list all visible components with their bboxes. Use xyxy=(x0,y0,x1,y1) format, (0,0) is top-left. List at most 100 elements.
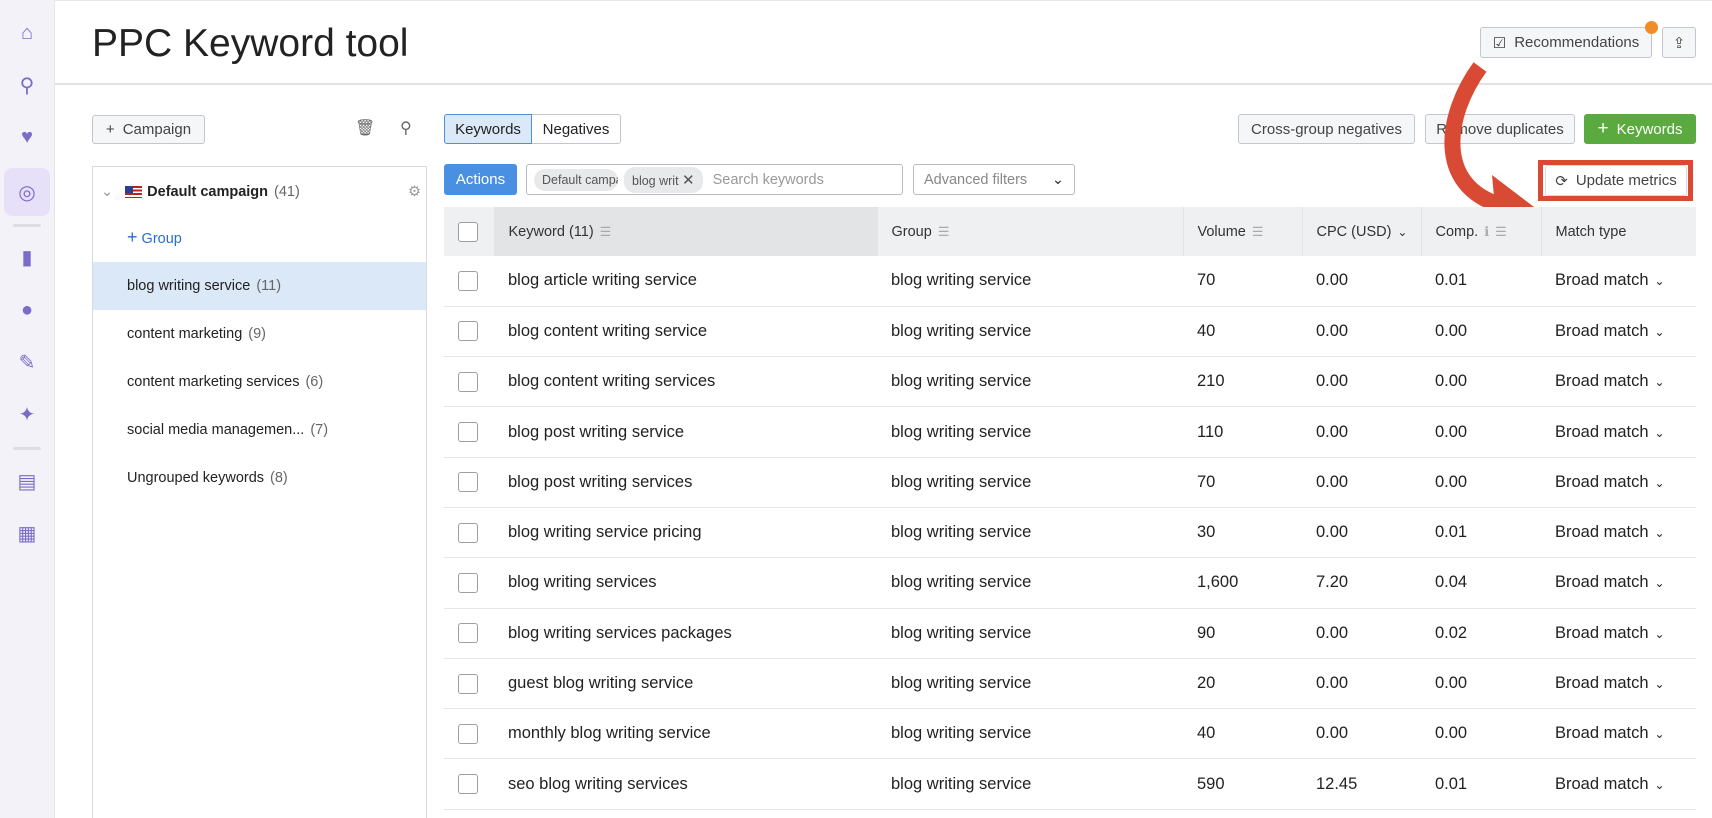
select-all-checkbox[interactable] xyxy=(458,221,478,242)
tab-keywords[interactable]: Keywords xyxy=(444,114,532,144)
add-keywords-button[interactable]: + Keywords xyxy=(1584,114,1696,144)
table-row[interactable]: blog post writing services blog writing s… xyxy=(444,457,1696,508)
sparkle-trend-icon[interactable]: ✦ xyxy=(10,397,44,431)
column-keyword[interactable]: Keyword (11) ☰ xyxy=(494,207,878,256)
row-checkbox[interactable] xyxy=(458,774,478,795)
info-icon[interactable]: ℹ xyxy=(1484,224,1489,239)
table-row[interactable]: blog content writing service blog writing… xyxy=(444,306,1696,358)
match-type-dropdown[interactable]: Broad match ⌄ xyxy=(1541,306,1696,358)
gear-icon[interactable]: ⚙ xyxy=(408,184,421,200)
column-volume[interactable]: Volume ☰ xyxy=(1183,207,1303,256)
volume-cell: 1,600 xyxy=(1183,557,1302,609)
group-item[interactable]: content marketing services (6) xyxy=(93,358,426,406)
tab-negatives[interactable]: Negatives xyxy=(532,114,621,144)
add-group-button[interactable]: + Group xyxy=(127,227,182,248)
row-checkbox[interactable] xyxy=(458,723,478,744)
search-icon[interactable]: ⚲ xyxy=(400,118,412,138)
select-all-cell xyxy=(444,207,495,256)
bar-chart-icon[interactable]: ▮ xyxy=(10,240,44,274)
table-row[interactable]: blog post writing service blog writing se… xyxy=(444,406,1696,458)
table-row[interactable]: blog article writing service blog writing… xyxy=(444,256,1696,307)
group-item[interactable]: Ungrouped keywords (8) xyxy=(93,454,426,502)
edit-icon[interactable]: ✎ xyxy=(10,345,44,379)
keyword-cell: blog writing service pricing xyxy=(494,507,877,559)
close-icon[interactable]: ✕ xyxy=(682,172,695,189)
row-select-cell xyxy=(444,356,494,408)
volume-cell: 40 xyxy=(1183,708,1302,760)
table-row[interactable]: monthly blog writing service blog writing… xyxy=(444,708,1696,760)
cpc-cell: 7.20 xyxy=(1302,557,1421,609)
home-icon[interactable]: ⌂ xyxy=(10,16,44,50)
campaign-row[interactable]: ⌄ Default campaign (41) ⚙ xyxy=(101,179,421,205)
document-icon[interactable]: ▤ xyxy=(10,464,44,498)
update-metrics-button[interactable]: ⟳ Update metrics xyxy=(1545,165,1687,196)
keyword-filter-input[interactable]: Default campa blog writ ✕ Search keyword… xyxy=(526,164,903,195)
cpc-cell: 12.45 xyxy=(1302,758,1421,810)
row-checkbox[interactable] xyxy=(458,522,478,543)
row-checkbox[interactable] xyxy=(458,422,478,443)
column-cpc[interactable]: CPC (USD) ⌄ xyxy=(1302,207,1422,256)
advanced-filters-dropdown[interactable]: Advanced filters ⌄ xyxy=(913,164,1075,195)
table-row[interactable]: blog writing service pricing blog writing… xyxy=(444,507,1696,559)
group-item[interactable]: content marketing (9) xyxy=(93,310,426,358)
match-type-dropdown[interactable]: Broad match ⌄ xyxy=(1541,608,1696,659)
heart-chat-icon[interactable]: ♥ xyxy=(10,120,44,154)
chevron-down-icon[interactable]: ⌄ xyxy=(1397,225,1407,239)
filter-chip[interactable]: Default campa xyxy=(534,168,618,191)
trash-icon[interactable]: 🗑 xyxy=(355,118,375,138)
ppc-target-icon[interactable]: ◎ xyxy=(4,168,50,216)
chevron-down-icon: ⌄ xyxy=(1654,324,1665,339)
cross-group-negatives-button[interactable]: Cross-group negatives xyxy=(1238,114,1415,144)
chevron-down-icon: ⌄ xyxy=(1654,526,1665,541)
sort-icon[interactable]: ☰ xyxy=(1495,224,1507,239)
row-checkbox[interactable] xyxy=(458,321,478,342)
match-type-dropdown[interactable]: Broad match ⌄ xyxy=(1541,708,1696,760)
chevron-down-icon: ⌄ xyxy=(1654,626,1665,641)
volume-cell: 30 xyxy=(1183,507,1302,559)
table-row[interactable]: blog writing services packages blog writi… xyxy=(444,608,1696,659)
checklist-icon: ☑ xyxy=(1492,34,1507,52)
sort-icon[interactable]: ☰ xyxy=(600,224,612,239)
recommendations-button[interactable]: ☑ Recommendations xyxy=(1480,21,1658,58)
table-row[interactable]: blog writing services blog writing servic… xyxy=(444,557,1696,609)
app-sidebar: ⌂ ⚲ ♥ ◎ ▮ ● ✎ ✦ ▤ ▦ xyxy=(0,0,55,818)
notification-dot xyxy=(1645,21,1658,34)
group-item[interactable]: blog writing service (11) xyxy=(93,262,426,310)
keyword-cell: blog post writing service xyxy=(494,406,877,458)
location-pin-icon[interactable]: ● xyxy=(10,293,44,327)
match-type-dropdown[interactable]: Broad match ⌄ xyxy=(1541,356,1696,408)
match-type-dropdown[interactable]: Broad match ⌄ xyxy=(1541,658,1696,710)
match-type-dropdown[interactable]: Broad match ⌄ xyxy=(1541,758,1696,810)
match-type-dropdown[interactable]: Broad match ⌄ xyxy=(1541,557,1696,609)
cpc-cell: 0.00 xyxy=(1302,658,1421,710)
group-item[interactable]: social media managemen... (7) xyxy=(93,406,426,454)
row-checkbox[interactable] xyxy=(458,623,478,644)
row-checkbox[interactable] xyxy=(458,572,478,593)
match-type-dropdown[interactable]: Broad match ⌄ xyxy=(1541,507,1696,559)
row-checkbox[interactable] xyxy=(458,673,478,694)
volume-cell: 90 xyxy=(1183,608,1302,659)
plus-icon: + xyxy=(105,121,115,138)
chevron-down-icon[interactable]: ⌄ xyxy=(101,184,113,200)
search-insights-icon[interactable]: ⚲ xyxy=(10,68,44,102)
match-type-dropdown[interactable]: Broad match ⌄ xyxy=(1541,457,1696,508)
match-type-dropdown[interactable]: Broad match ⌄ xyxy=(1541,256,1696,307)
export-button[interactable]: ⇪ xyxy=(1662,27,1696,58)
filter-chip[interactable]: blog writ ✕ xyxy=(624,166,703,193)
row-select-cell xyxy=(444,406,494,458)
row-checkbox[interactable] xyxy=(458,270,478,291)
row-checkbox[interactable] xyxy=(458,472,478,493)
add-campaign-button[interactable]: + Campaign xyxy=(92,115,205,144)
table-row[interactable]: seo blog writing services blog writing se… xyxy=(444,758,1696,810)
row-checkbox[interactable] xyxy=(458,371,478,392)
sort-icon[interactable]: ☰ xyxy=(938,224,950,239)
comp-cell: 0.00 xyxy=(1421,708,1541,760)
apps-icon[interactable]: ▦ xyxy=(10,516,44,550)
match-type-dropdown[interactable]: Broad match ⌄ xyxy=(1541,406,1696,458)
column-group[interactable]: Group ☰ xyxy=(877,207,1184,256)
table-row[interactable]: blog content writing services blog writin… xyxy=(444,356,1696,408)
sort-icon[interactable]: ☰ xyxy=(1252,224,1264,239)
table-row[interactable]: guest blog writing service blog writing s… xyxy=(444,658,1696,710)
column-comp[interactable]: Comp. ℹ ☰ xyxy=(1421,207,1542,256)
actions-button[interactable]: Actions xyxy=(444,164,517,195)
